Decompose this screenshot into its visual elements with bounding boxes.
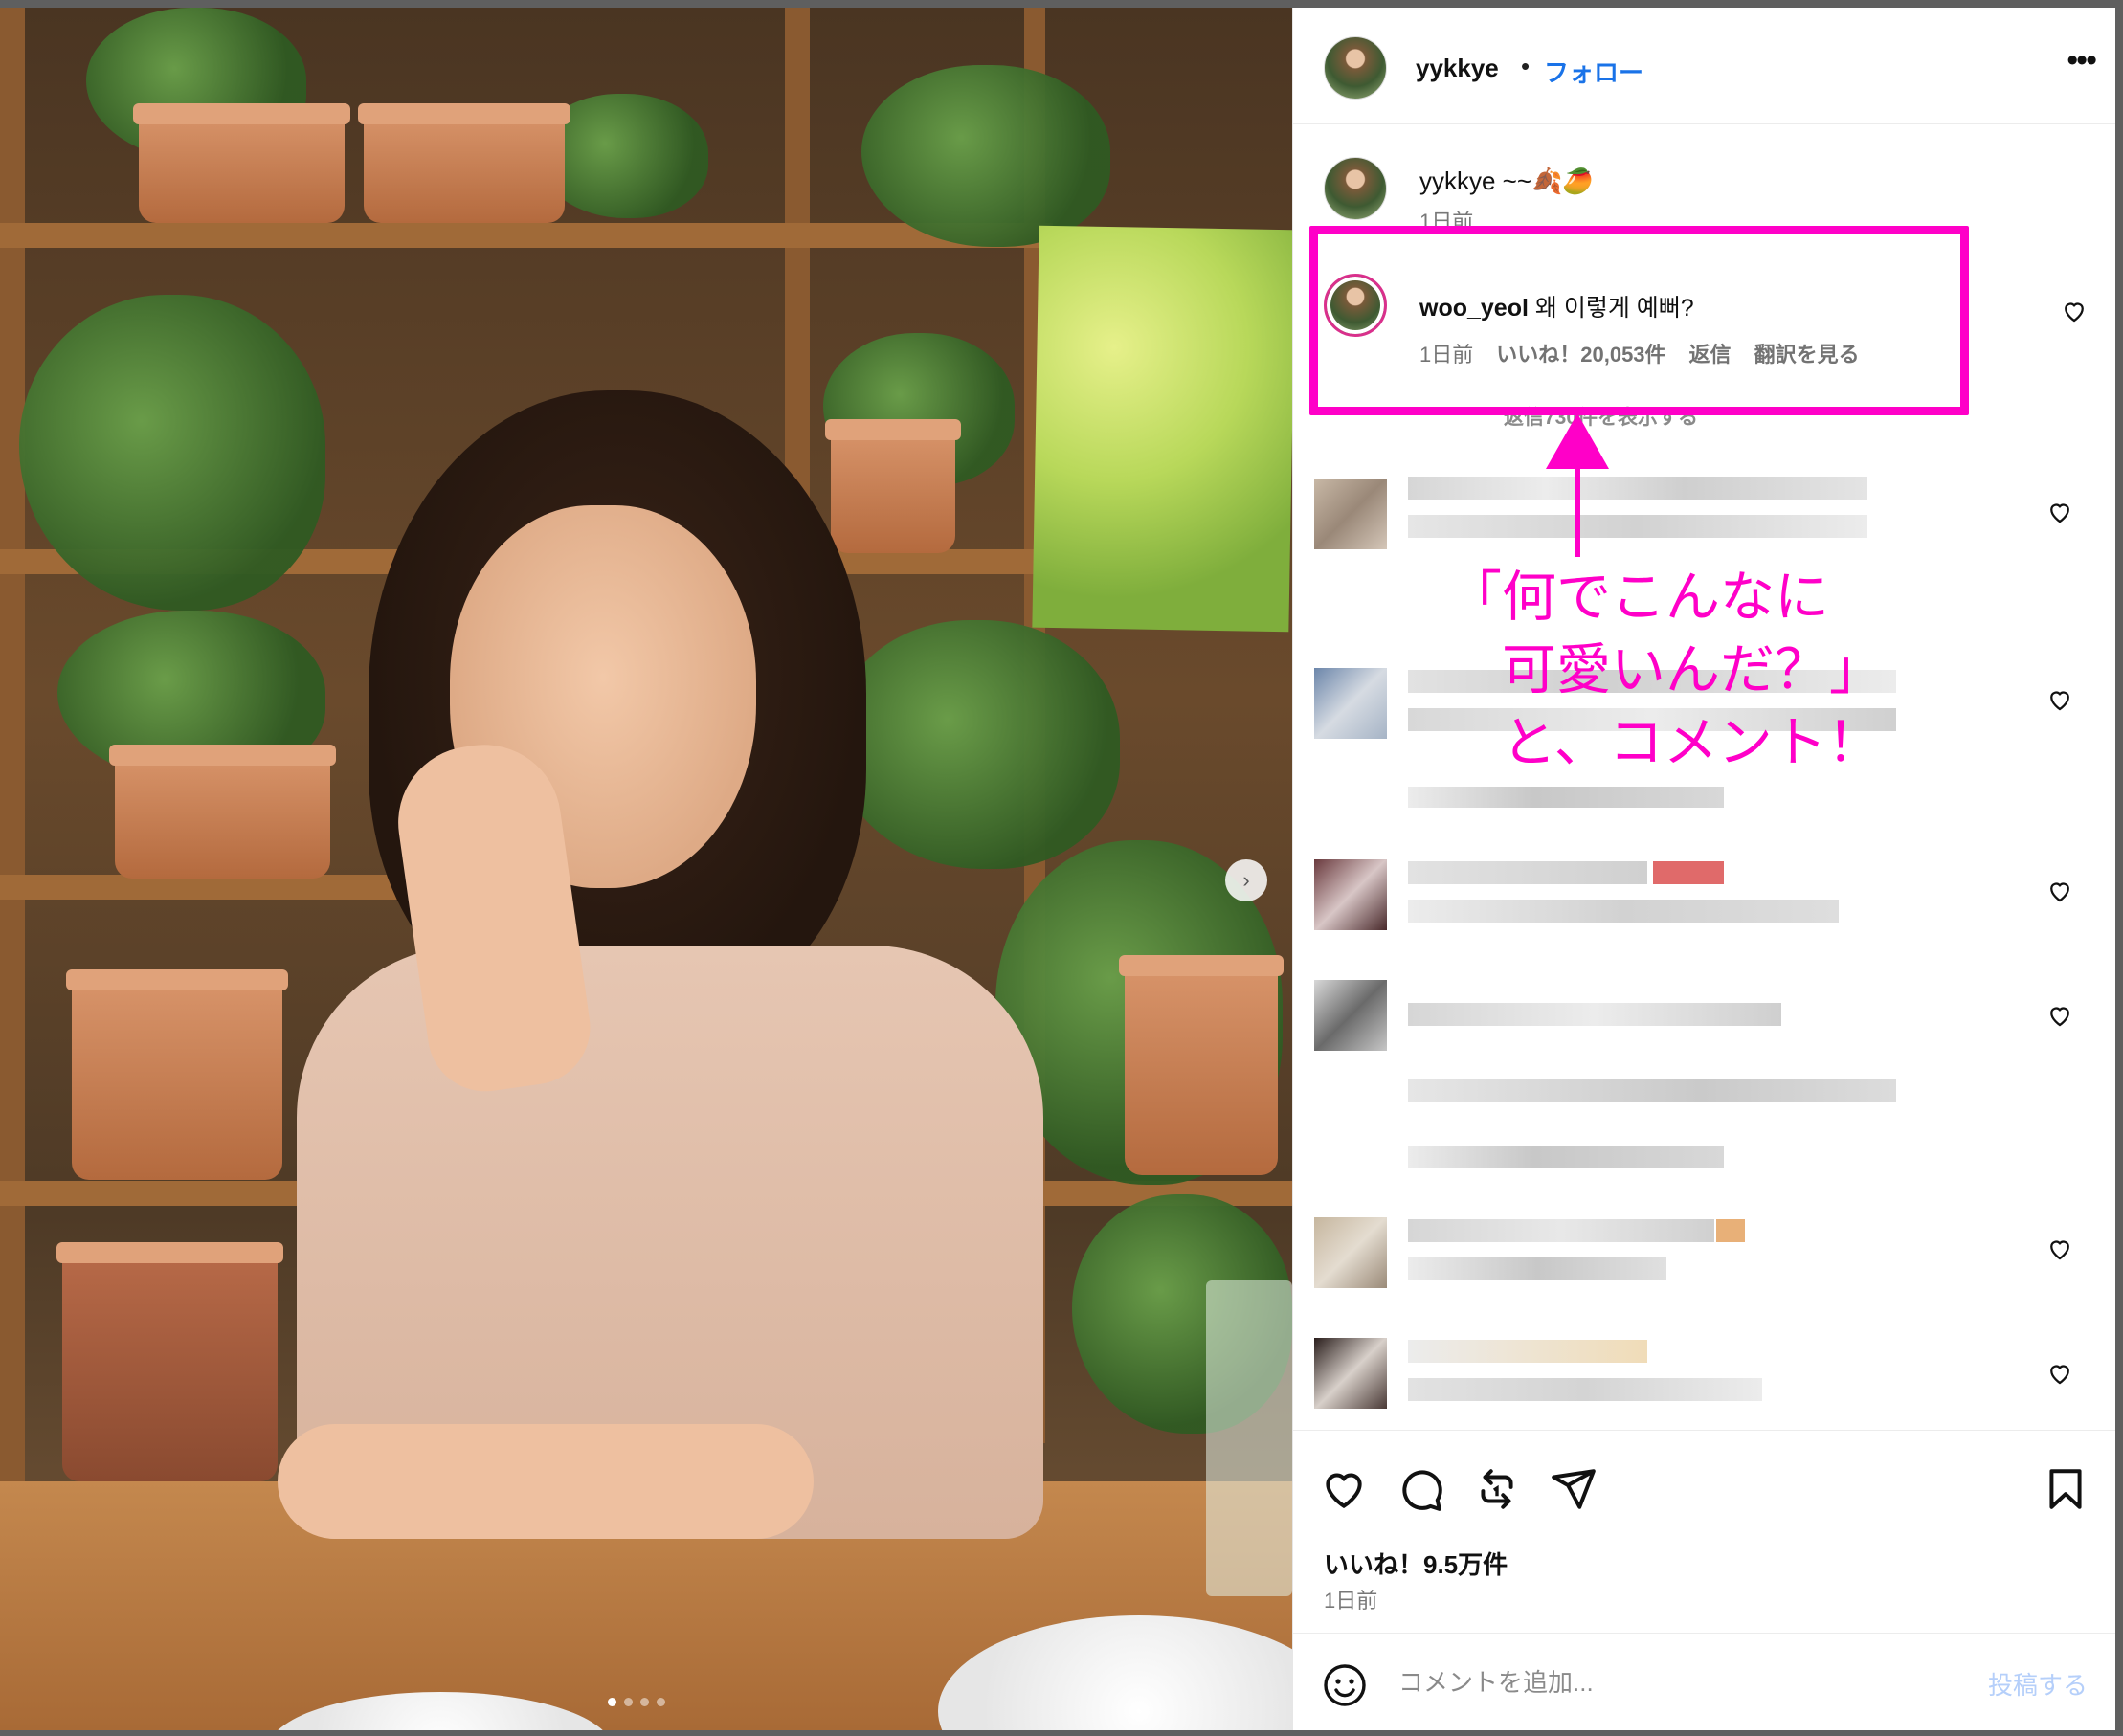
caption-text: yykkye ~~🍂🥭 [1419,167,1594,195]
separator-dot: • [1521,52,1531,80]
comment-like-heart-icon[interactable] [2045,1359,2074,1388]
comment-time: 1日前 [1419,343,1474,367]
urban-plant-poster [1032,225,1292,633]
carousel-dot [657,1698,665,1706]
blurred-comment [1314,1332,2080,1428]
comment-composer: 投稿する [1293,1633,2115,1730]
commenter-avatar[interactable] [1324,274,1387,337]
likes-count[interactable]: いいね！9.5万件 [1324,1546,1508,1581]
post-time: 1日前 [1324,1589,1378,1613]
bookmark-icon[interactable] [2042,1465,2089,1513]
author-avatar[interactable] [1324,36,1387,100]
comment-like-heart-icon[interactable] [2045,1001,2074,1030]
carousel-next-button[interactable]: › [1225,859,1267,901]
post-header: yykkye • フォロー ••• [1293,8,2115,124]
blurred-comment [1314,974,2080,1175]
instagram-post-window: › yykkye • フォロー ••• yykkye ~~🍂🥭 1日前 woo_… [0,8,2115,1730]
person-arm [278,1424,814,1539]
follow-button[interactable]: フォロー [1544,54,1643,89]
post-side-panel: yykkye • フォロー ••• yykkye ~~🍂🥭 1日前 woo_ye… [1292,8,2115,1730]
post-comment-button[interactable]: 投稿する [1988,1666,2088,1702]
chevron-right-icon: › [1242,868,1250,892]
author-username[interactable]: yykkye [1416,54,1499,83]
caption-avatar[interactable] [1324,157,1387,220]
translate-button[interactable]: 翻訳を見る [1754,338,1860,368]
comment-like-heart-icon[interactable] [2045,498,2074,526]
commenter-username[interactable]: woo_yeol [1419,295,1529,322]
paper-plane-icon[interactable] [1550,1465,1598,1513]
comment-text: 왜 이렇게 예뻐? [1528,295,1694,322]
carousel-dot [640,1698,649,1706]
annotation-note: 「何でこんなに 可愛いんだ？」 と、コメント！ [1447,567,1884,773]
smiley-icon[interactable] [1322,1662,1368,1708]
post-photo: › [0,8,1292,1730]
comment-like-heart-icon[interactable] [2045,877,2074,905]
blurred-comment [1314,469,2080,565]
carousel-dot [624,1698,633,1706]
drinking-glass [1206,1280,1292,1596]
annotation-arrow-shaft [1575,450,1580,557]
comment-bubble-icon[interactable] [1397,1465,1444,1513]
comment-like-heart-icon[interactable] [2045,1235,2074,1263]
reply-button[interactable]: 返信 [1689,338,1732,368]
repost-icon[interactable] [1473,1465,1521,1513]
comment-input[interactable] [1398,1658,1934,1706]
comment-like-heart-icon[interactable] [2060,297,2089,325]
carousel-dot [608,1698,616,1706]
carousel-dots [608,1698,665,1706]
comment-line: woo_yeol 왜 이렇게 예뻐? [1419,289,1694,323]
comment-like-heart-icon[interactable] [2045,685,2074,714]
more-options-icon[interactable]: ••• [2067,42,2097,79]
comment-meta: 1日前 いいね！20,053件 返信 翻訳を見る [1419,338,1860,368]
comment-likes[interactable]: いいね！20,053件 [1496,338,1665,368]
heart-icon[interactable] [1320,1465,1368,1513]
blurred-comment [1314,854,2080,949]
blurred-comment [1314,1212,2080,1307]
caption-time: 1日前 [1419,210,1474,234]
